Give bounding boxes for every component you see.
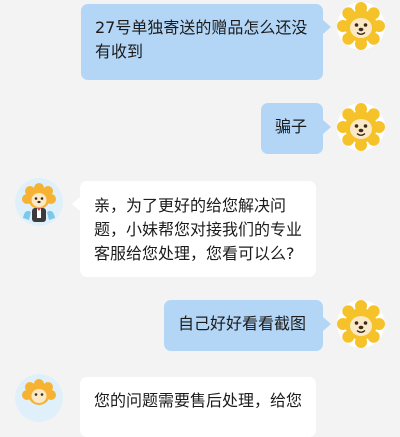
message-text: 骗子 bbox=[275, 117, 308, 136]
lion-mascot-icon bbox=[337, 2, 385, 50]
avatar[interactable] bbox=[15, 178, 63, 226]
lion-mascot-icon bbox=[337, 103, 385, 151]
message-bubble[interactable]: 亲，为了更好的给您解决问题，小妹帮您对接我们的专业客服给您处理，您看可以么? bbox=[80, 181, 316, 277]
message-text: 27号单独寄送的赠品怎么还没有收到 bbox=[95, 18, 308, 61]
avatar[interactable] bbox=[337, 2, 385, 50]
message-bubble[interactable]: 自己好好看看截图 bbox=[164, 300, 323, 351]
bubble-tail bbox=[323, 20, 331, 34]
message-text: 自己好好看看截图 bbox=[178, 314, 307, 333]
bubble-tail bbox=[323, 120, 331, 134]
avatar[interactable] bbox=[337, 300, 385, 348]
message-bubble[interactable]: 您的问题需要售后处理，给您 bbox=[80, 377, 316, 437]
message-text: 亲，为了更好的给您解决问题，小妹帮您对接我们的专业客服给您处理，您看可以么? bbox=[94, 196, 303, 263]
lion-mascot-agent-icon bbox=[15, 178, 63, 226]
avatar[interactable] bbox=[337, 103, 385, 151]
avatar[interactable] bbox=[15, 374, 63, 422]
message-bubble[interactable]: 骗子 bbox=[261, 103, 323, 154]
message-text: 您的问题需要售后处理，给您 bbox=[94, 391, 303, 410]
bubble-tail bbox=[323, 317, 331, 331]
message-bubble[interactable]: 27号单独寄送的赠品怎么还没有收到 bbox=[81, 4, 323, 80]
lion-mascot-agent-icon bbox=[15, 374, 63, 422]
lion-mascot-icon bbox=[337, 300, 385, 348]
bubble-tail bbox=[72, 197, 80, 211]
